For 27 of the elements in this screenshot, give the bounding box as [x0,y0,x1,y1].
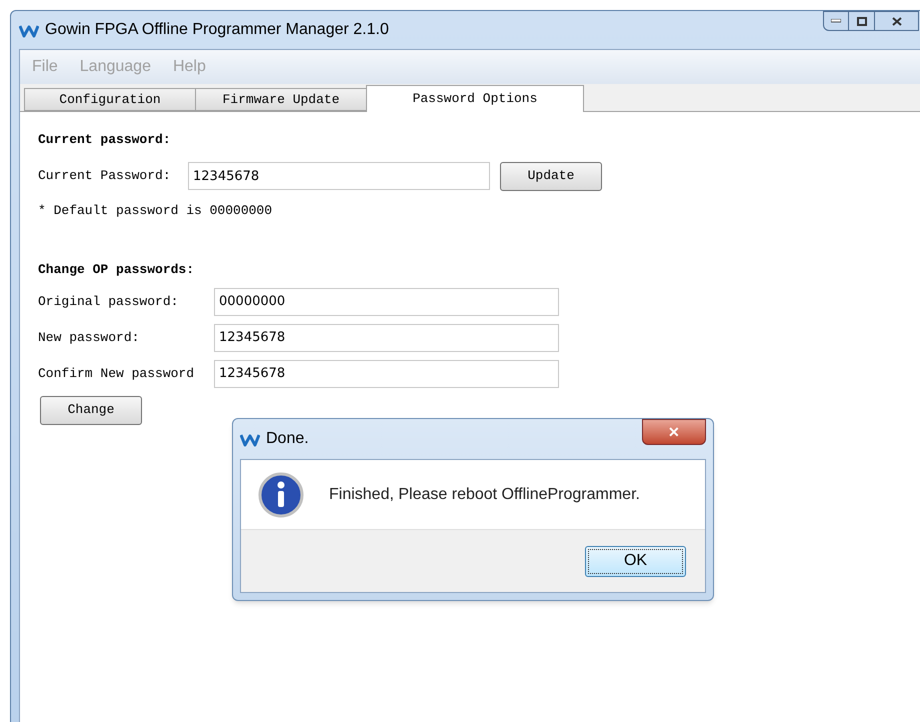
minimize-icon [831,19,841,23]
window-title: Gowin FPGA Offline Programmer Manager 2.1.0 [45,20,389,40]
field-label: Confirm New password [38,364,196,383]
input-field[interactable]: 12345678 [214,360,559,388]
tab[interactable]: Firmware Update [195,88,367,111]
dialog-title: Done. [266,429,309,449]
dialog-message: Finished, Please reboot OfflineProgrammer. [329,484,640,504]
tab[interactable]: Configuration [24,88,196,111]
section-heading: Change OP passwords: [38,261,196,279]
field-label: Original password: [38,292,180,311]
input-field[interactable]: 12345678 [214,324,559,352]
input-field[interactable]: 12345678 [188,162,490,190]
maximize-button[interactable] [849,11,875,31]
change-button[interactable]: Change [40,396,142,424]
tab[interactable]: Password Options [366,85,584,112]
ok-button[interactable]: OK [585,546,686,576]
info-icon [258,472,304,518]
section-heading: Current password: [38,131,172,149]
update-button[interactable]: Update [500,162,602,190]
minimize-button[interactable] [823,11,849,31]
close-icon [892,16,902,26]
field-label: New password: [38,328,140,347]
field-label: Current Password: [38,167,172,186]
note-text: * Default password is 00000000 [38,202,274,220]
maximize-icon [856,16,866,26]
input-field[interactable]: 00000000 [214,288,559,316]
close-button[interactable] [875,11,919,31]
